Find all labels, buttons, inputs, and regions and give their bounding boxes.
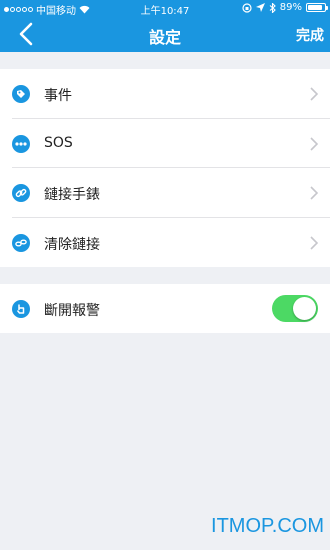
tag-icon (12, 85, 30, 103)
page-title: 設定 (148, 28, 181, 47)
chevron-right-icon (310, 186, 318, 200)
settings-item-disconnect-alarm: 斷開報警 (0, 284, 330, 334)
chevron-right-icon (310, 136, 318, 151)
status-bar: 中国移动 上午10:47 89% (0, 0, 330, 17)
battery-fill (308, 5, 323, 10)
bluetooth-icon (269, 2, 276, 13)
battery-percentage: 89% (279, 2, 302, 13)
more-dots-icon (12, 134, 30, 153)
settings-item-label: SOS (44, 134, 73, 151)
unlink-icon (12, 233, 30, 252)
done-button[interactable]: 完成 (296, 25, 324, 45)
location-icon (255, 3, 265, 12)
alarm-section: 斷開報警 (0, 284, 330, 333)
watermark: ITMOP.COM (211, 515, 324, 537)
link-icon (12, 184, 30, 202)
chevron-right-icon (310, 235, 318, 250)
disconnect-alarm-toggle[interactable] (272, 295, 318, 322)
settings-item-link-watch[interactable]: 鏈接手錶 (0, 168, 330, 218)
settings-item-label: 鏈接手錶 (44, 187, 100, 203)
settings-item-sos[interactable]: SOS (0, 119, 330, 168)
alarm-label: 斷開報警 (44, 303, 100, 319)
settings-list: 事件 SOS 鏈接手錶 清除鏈接 (0, 69, 330, 267)
chevron-right-icon (310, 87, 318, 101)
hand-tap-icon (12, 300, 30, 318)
navigation-bar: 設定 完成 (0, 16, 330, 52)
settings-item-events[interactable]: 事件 (0, 69, 330, 119)
rotation-lock-icon (242, 2, 252, 13)
settings-item-clear-link[interactable]: 清除鏈接 (0, 218, 330, 268)
toggle-knob (293, 297, 316, 320)
battery-icon (306, 3, 328, 12)
settings-item-label: 事件 (44, 88, 72, 104)
settings-item-label: 清除鏈接 (44, 236, 100, 253)
